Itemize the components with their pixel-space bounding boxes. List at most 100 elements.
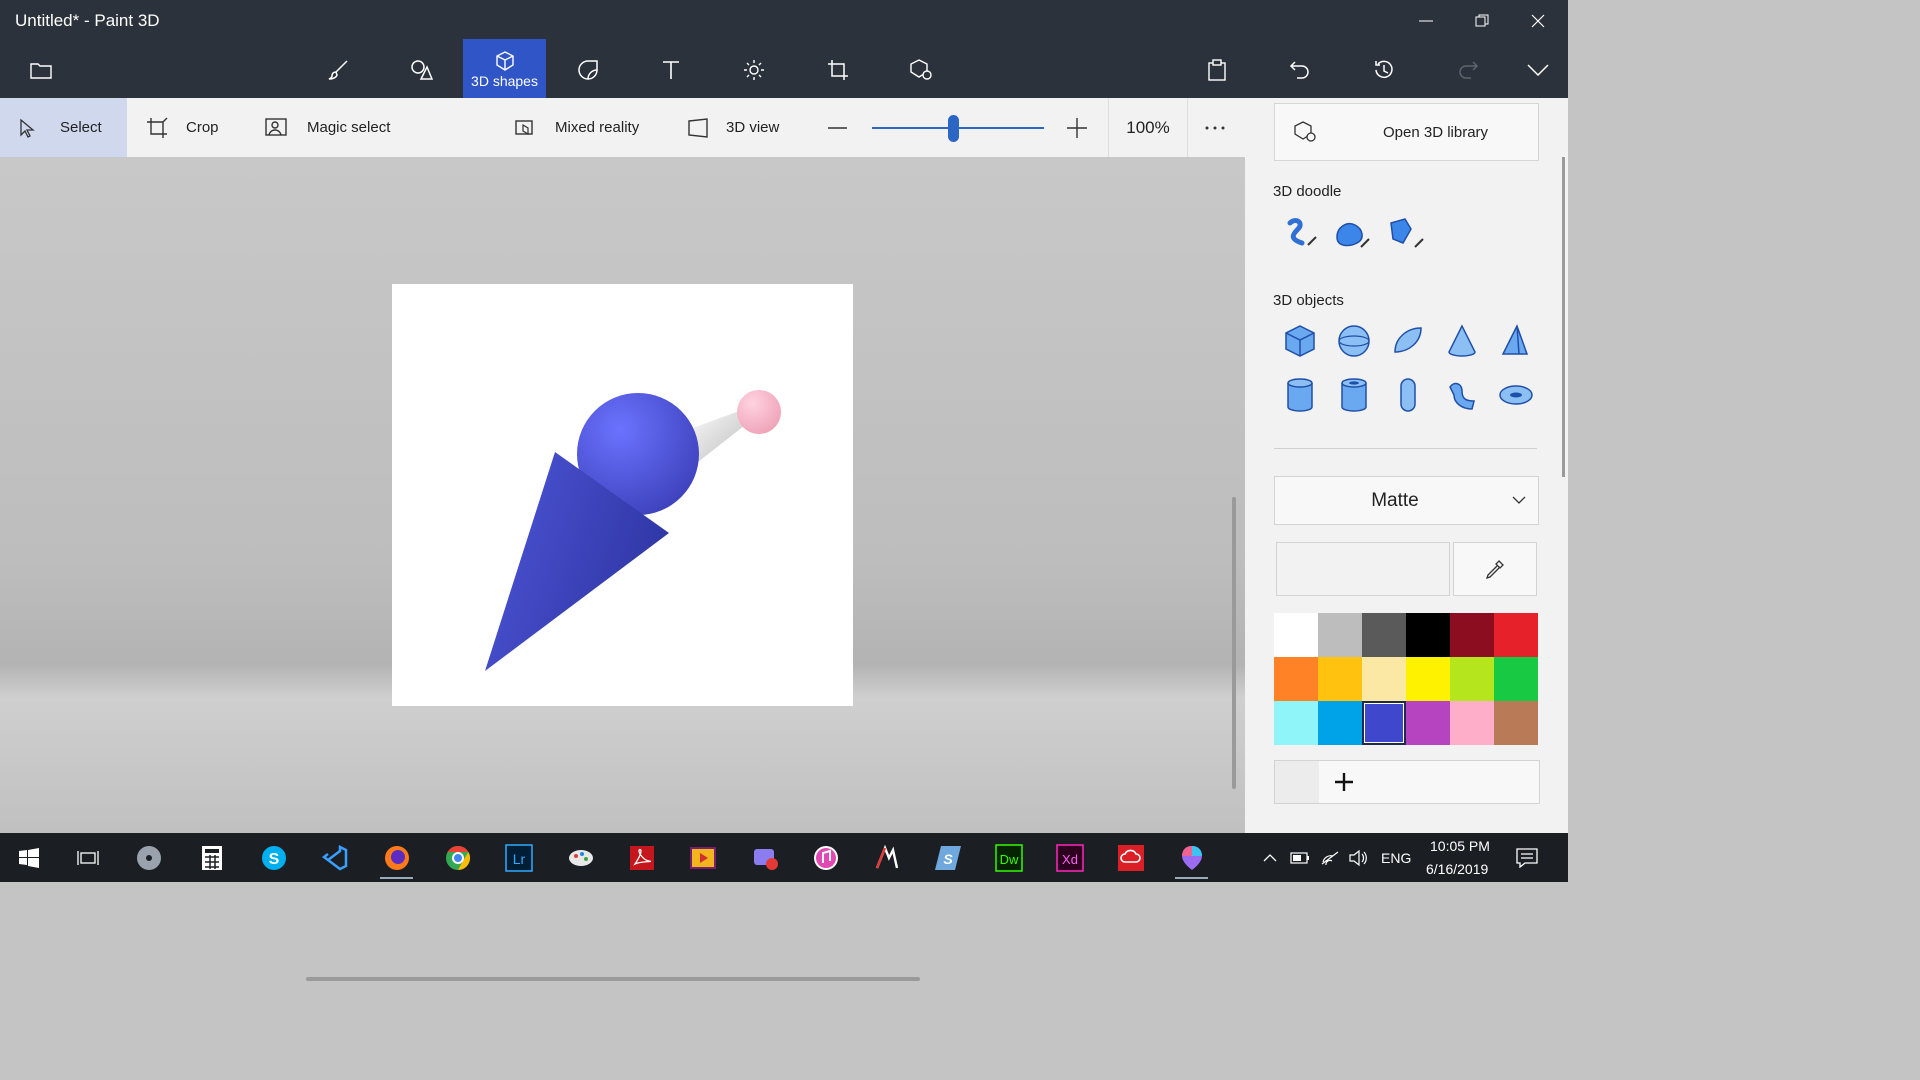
3d-view-button[interactable]: 3D view	[688, 98, 779, 157]
mixed-reality-button[interactable]: Mixed reality	[515, 98, 639, 157]
hemisphere-object[interactable]	[1388, 321, 1428, 361]
capsule-object[interactable]	[1388, 375, 1428, 415]
color-swatch[interactable]	[1494, 657, 1538, 701]
color-swatch[interactable]	[1450, 657, 1494, 701]
more-options-button[interactable]	[1205, 98, 1239, 157]
sharp-doodle-tool[interactable]	[1280, 213, 1320, 253]
zoom-in-button[interactable]	[1067, 98, 1101, 157]
cube-object[interactable]	[1280, 321, 1320, 361]
wifi-tray-icon[interactable]	[1318, 837, 1342, 878]
drawing-canvas[interactable]	[392, 284, 853, 706]
material-dropdown[interactable]: Matte	[1274, 476, 1539, 525]
taskbar-app-creative-cloud[interactable]	[1110, 837, 1151, 878]
tab-stickers[interactable]	[566, 48, 610, 92]
action-center-button[interactable]	[1506, 837, 1547, 878]
pyramid-object[interactable]	[1496, 321, 1536, 361]
minimize-button[interactable]	[1398, 4, 1454, 38]
history-button[interactable]	[1362, 48, 1406, 92]
taskbar-app-xd[interactable]: Xd	[1049, 837, 1090, 878]
bent-tube-object[interactable]	[1442, 375, 1482, 415]
color-swatch[interactable]	[1318, 701, 1362, 745]
eyedropper-button[interactable]	[1453, 542, 1537, 596]
taskbar-app-calculator[interactable]	[191, 837, 232, 878]
pink-sphere-shape[interactable]	[737, 390, 781, 434]
color-swatch[interactable]	[1274, 701, 1318, 745]
tab-text[interactable]	[649, 48, 693, 92]
zoom-percentage[interactable]: 100%	[1108, 98, 1188, 157]
taskbar-app-media[interactable]	[682, 837, 723, 878]
tab-brushes[interactable]	[316, 48, 360, 92]
color-swatch[interactable]	[1318, 657, 1362, 701]
taskbar-app-sketchup[interactable]: S	[927, 837, 968, 878]
undo-button[interactable]	[1278, 48, 1322, 92]
color-swatch[interactable]	[1362, 613, 1406, 657]
taskbar-app-lightroom[interactable]: Lr	[498, 837, 539, 878]
taskbar-app-paint[interactable]	[560, 837, 601, 878]
custom-color-swatch[interactable]	[1275, 761, 1319, 803]
current-color-swatch[interactable]	[1276, 542, 1450, 596]
color-swatch[interactable]	[1406, 701, 1450, 745]
taskbar-app-dreamweaver[interactable]: Dw	[988, 837, 1029, 878]
soft-doodle-tool[interactable]	[1333, 213, 1373, 253]
taskbar-app-chrome[interactable]	[437, 837, 478, 878]
horizontal-scrollbar[interactable]	[306, 977, 920, 981]
magic-select-tool[interactable]: Magic select	[265, 98, 390, 157]
zoom-out-button[interactable]	[828, 98, 862, 157]
taskbar-app-firefox[interactable]	[376, 837, 417, 879]
tab-effects[interactable]	[732, 48, 776, 92]
vertical-scrollbar[interactable]	[1232, 497, 1236, 789]
color-swatch[interactable]	[1318, 613, 1362, 657]
color-swatch[interactable]	[1406, 657, 1450, 701]
taskbar-app-skype[interactable]: S	[253, 837, 294, 878]
taskbar-app-disc[interactable]	[128, 837, 169, 878]
crop-tool[interactable]: Crop	[146, 98, 219, 157]
3d-scene[interactable]	[392, 284, 853, 706]
tab-2d-shapes[interactable]	[399, 48, 443, 92]
taskbar-app-acrobat[interactable]	[621, 837, 662, 878]
cone-object[interactable]	[1442, 321, 1482, 361]
clock-date[interactable]: 6/16/2019	[1426, 861, 1488, 877]
clock-time[interactable]: 10:05 PM	[1430, 838, 1490, 854]
taskbar-app-itunes[interactable]	[805, 837, 846, 878]
menu-folder-button[interactable]	[19, 48, 63, 92]
task-view-button[interactable]	[67, 837, 108, 878]
taskbar-app-paint3d[interactable]	[1171, 837, 1212, 879]
battery-tray-icon[interactable]	[1288, 837, 1312, 878]
select-tool[interactable]: Select	[0, 98, 127, 157]
expand-menu-button[interactable]	[1516, 48, 1560, 92]
tab-3d-shapes[interactable]: 3D shapes	[463, 39, 546, 98]
close-button[interactable]	[1510, 4, 1566, 38]
cylinder-object[interactable]	[1280, 375, 1320, 415]
color-swatch[interactable]	[1494, 701, 1538, 745]
add-color-button[interactable]	[1327, 765, 1361, 799]
color-swatch[interactable]	[1274, 613, 1318, 657]
volume-tray-icon[interactable]	[1346, 837, 1370, 878]
open-3d-library-button[interactable]: Open 3D library	[1274, 103, 1539, 161]
show-hidden-icons-button[interactable]	[1259, 837, 1281, 878]
paste-button[interactable]	[1195, 48, 1239, 92]
torus-icon	[1499, 385, 1533, 405]
color-swatch[interactable]	[1406, 613, 1450, 657]
panel-scrollbar[interactable]	[1562, 157, 1565, 477]
dreamweaver-icon: Dw	[994, 843, 1023, 872]
color-swatch[interactable]	[1274, 657, 1318, 701]
zoom-slider-thumb[interactable]	[947, 115, 959, 142]
tab-canvas[interactable]	[816, 48, 860, 92]
color-swatch[interactable]	[1494, 613, 1538, 657]
tab-3d-library[interactable]	[899, 48, 943, 92]
color-swatch[interactable]	[1450, 613, 1494, 657]
redo-button[interactable]	[1446, 48, 1490, 92]
tube-doodle-tool[interactable]	[1387, 213, 1427, 253]
color-swatch[interactable]	[1362, 701, 1406, 745]
restore-button[interactable]	[1454, 4, 1510, 38]
start-button[interactable]	[8, 837, 49, 878]
sphere-object[interactable]	[1334, 321, 1374, 361]
color-swatch[interactable]	[1362, 657, 1406, 701]
taskbar-app-screen-recorder[interactable]	[744, 837, 785, 878]
language-indicator[interactable]: ENG	[1381, 850, 1411, 866]
taskbar-app-fx[interactable]	[866, 837, 907, 878]
tube-object[interactable]	[1334, 375, 1374, 415]
torus-object[interactable]	[1496, 375, 1536, 415]
taskbar-app-vscode[interactable]	[314, 837, 355, 878]
color-swatch[interactable]	[1450, 701, 1494, 745]
